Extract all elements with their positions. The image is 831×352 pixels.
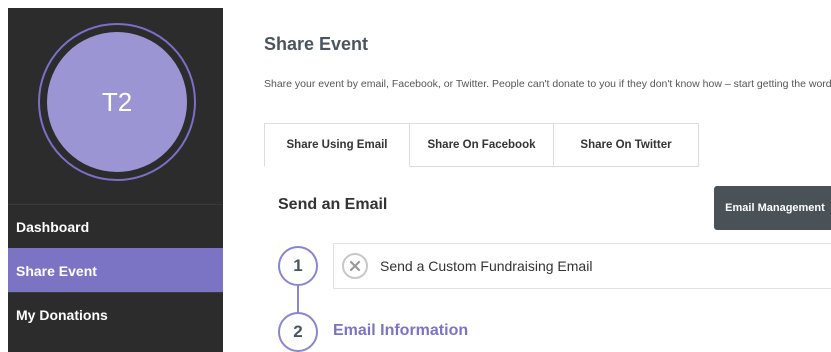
- avatar-initials: T2: [101, 86, 133, 117]
- close-circle-icon[interactable]: [342, 253, 368, 279]
- step-1-box: Send a Custom Fundraising Email: [333, 243, 831, 289]
- tab-share-twitter[interactable]: Share On Twitter: [553, 123, 699, 167]
- sidebar-item-label: Dashboard: [16, 218, 90, 235]
- sidebar-item-my-donations[interactable]: My Donations: [8, 292, 223, 336]
- tab-share-facebook[interactable]: Share On Facebook: [409, 123, 554, 167]
- sidebar-nav: Dashboard Share Event My Donations: [8, 204, 223, 336]
- step-number-text: 1: [293, 256, 303, 275]
- tab-label: Share On Facebook: [427, 139, 536, 151]
- step-number-2: 2: [278, 312, 318, 352]
- step-number-1: 1: [278, 246, 318, 286]
- sidebar-item-dashboard[interactable]: Dashboard: [8, 204, 223, 248]
- tab-label: Share On Twitter: [580, 139, 672, 151]
- page-title: Share Event: [264, 34, 369, 54]
- step-2-title: Email Information: [333, 322, 469, 339]
- email-management-button[interactable]: Email Management: [714, 186, 831, 230]
- sidebar: T2 Dashboard Share Event My Donations: [8, 8, 223, 352]
- tab-label: Share Using Email: [286, 139, 388, 151]
- section-title: Send an Email: [278, 196, 388, 213]
- main-content: Share Event Share your event by email, F…: [264, 0, 831, 352]
- step-number-text: 2: [293, 322, 303, 341]
- sidebar-item-label: My Donations: [16, 306, 108, 323]
- share-tabs: Share Using Email Share On Facebook Shar…: [264, 123, 699, 167]
- close-icon: [349, 260, 361, 272]
- avatar[interactable]: T2: [47, 32, 187, 172]
- email-management-label: Email Management: [725, 201, 825, 214]
- avatar-ring: T2: [38, 23, 196, 181]
- sidebar-item-share-event[interactable]: Share Event: [8, 248, 223, 292]
- tab-share-email[interactable]: Share Using Email: [264, 123, 410, 167]
- step-1-label: Send a Custom Fundraising Email: [380, 258, 593, 274]
- intro-text: Share your event by email, Facebook, or …: [264, 78, 831, 90]
- sidebar-item-label: Share Event: [16, 262, 97, 279]
